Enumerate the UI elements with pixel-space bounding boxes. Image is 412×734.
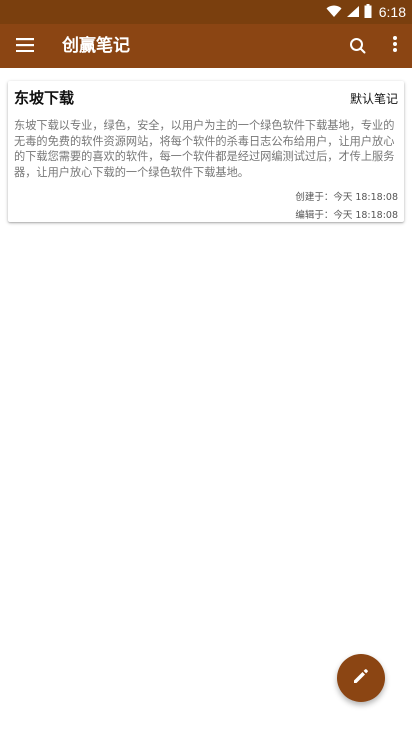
more-options-button[interactable] — [390, 36, 400, 56]
note-card[interactable]: 东坡下载 默认笔记 东坡下载以专业，绿色，安全，以用户为主的一个绿色软件下载基地… — [8, 81, 404, 222]
menu-icon — [16, 37, 34, 56]
search-icon — [348, 38, 368, 60]
search-button[interactable] — [348, 36, 368, 56]
wifi-icon — [326, 3, 342, 22]
app-toolbar: 创赢笔记 — [0, 24, 412, 68]
app-title: 创赢笔记 — [62, 36, 130, 56]
app-screen: 6:18 创赢笔记 东坡下载 默认笔记 东坡下载以专业，绿色，安全，以用户为主的… — [0, 0, 412, 734]
more-vert-icon — [393, 36, 397, 56]
note-created-time: 创建于：今天 18:18:08 — [295, 192, 398, 203]
note-body: 东坡下载以专业，绿色，安全，以用户为主的一个绿色软件下载基地，专业的无毒的免费的… — [14, 119, 395, 179]
note-edited-time: 编辑于：今天 18:18:08 — [295, 210, 398, 221]
signal-icon — [346, 3, 360, 22]
status-time: 6:18 — [378, 4, 406, 20]
status-bar: 6:18 — [0, 0, 412, 24]
status-icons: 6:18 — [326, 0, 406, 24]
note-title: 东坡下载 — [14, 89, 75, 107]
note-category: 默认笔记 — [349, 92, 398, 106]
battery-icon — [364, 3, 372, 22]
menu-button[interactable] — [14, 36, 36, 56]
edit-icon — [351, 666, 371, 690]
new-note-button[interactable] — [337, 654, 385, 702]
